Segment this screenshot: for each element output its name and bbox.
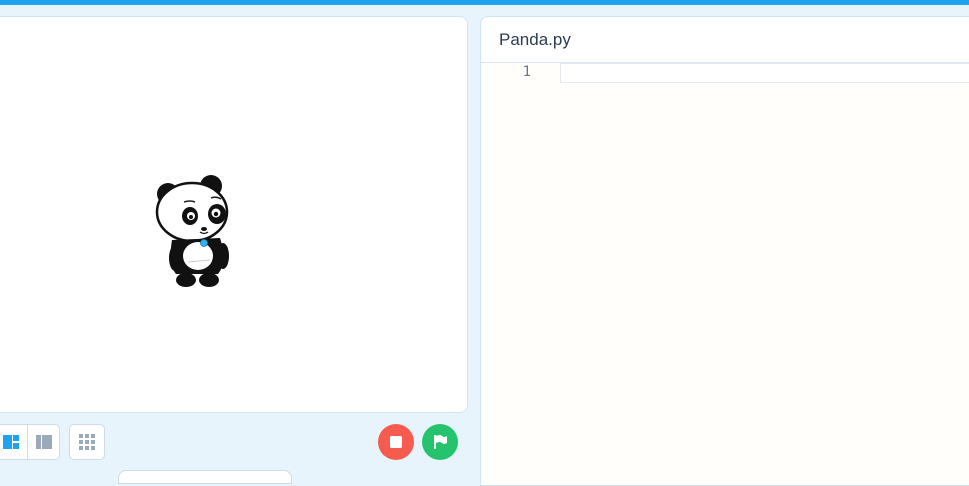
line-number: 1 xyxy=(522,64,531,80)
code-editor-panel: Panda.py 1 xyxy=(480,16,969,486)
stage-panel[interactable] xyxy=(0,16,468,413)
layout-large-stage-button[interactable] xyxy=(28,425,59,459)
panda-sprite[interactable] xyxy=(154,174,234,289)
top-accent-bar xyxy=(0,0,969,5)
stop-button[interactable] xyxy=(378,424,414,460)
layout-small-stage-icon xyxy=(3,435,19,449)
bottom-tab[interactable] xyxy=(118,470,292,484)
run-button[interactable] xyxy=(422,424,458,460)
green-flag-icon xyxy=(434,435,447,449)
file-name-tab[interactable]: Panda.py xyxy=(499,30,571,50)
layout-small-stage-button[interactable] xyxy=(0,425,28,459)
editor-header: Panda.py xyxy=(481,17,969,63)
stop-icon xyxy=(390,436,402,448)
grid-view-button[interactable] xyxy=(69,424,105,460)
layout-toggle-group xyxy=(0,424,60,460)
grid-icon xyxy=(79,434,95,450)
stage-controls xyxy=(0,424,469,462)
layout-large-stage-icon xyxy=(36,435,52,449)
code-line-input[interactable] xyxy=(560,63,969,83)
